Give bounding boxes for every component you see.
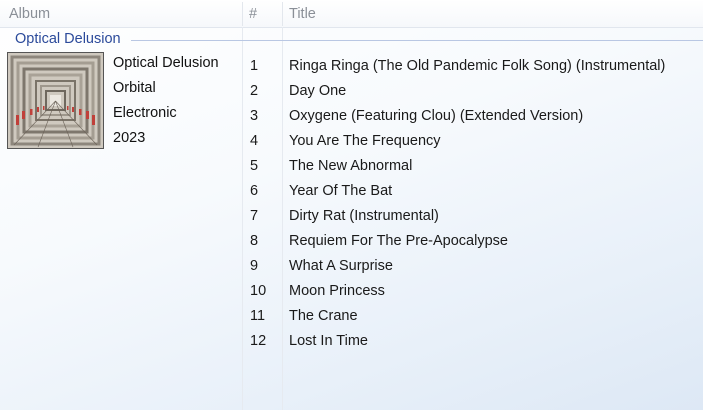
column-divider[interactable]	[242, 2, 243, 26]
group-divider-line	[131, 40, 703, 41]
track-title: Year Of The Bat	[289, 183, 393, 199]
track-title: Lost In Time	[289, 333, 368, 349]
track-number: 3	[250, 108, 259, 124]
track-number: 5	[250, 158, 259, 174]
track-row[interactable]: 5 The New Abnormal	[0, 154, 703, 179]
track-title: Ringa Ringa (The Old Pandemic Folk Song)…	[289, 58, 666, 74]
track-number: 8	[250, 233, 259, 249]
column-divider[interactable]	[282, 2, 283, 26]
track-number: 10	[250, 283, 267, 299]
track-row[interactable]: 11 The Crane	[0, 304, 703, 329]
column-header-number[interactable]: #	[249, 6, 257, 22]
track-number: 7	[250, 208, 259, 224]
track-row[interactable]: 1 Ringa Ringa (The Old Pandemic Folk Son…	[0, 54, 703, 79]
track-row[interactable]: 7 Dirty Rat (Instrumental)	[0, 204, 703, 229]
track-number: 1	[250, 58, 259, 74]
track-title: Moon Princess	[289, 283, 385, 299]
column-header-title[interactable]: Title	[289, 6, 316, 22]
track-row[interactable]: 3 Oxygene (Featuring Clou) (Extended Ver…	[0, 104, 703, 129]
track-title: Day One	[289, 83, 347, 99]
track-row[interactable]: 6 Year Of The Bat	[0, 179, 703, 204]
track-title: Requiem For The Pre-Apocalypse	[289, 233, 508, 249]
track-number: 9	[250, 258, 259, 274]
track-row[interactable]: 12 Lost In Time	[0, 329, 703, 354]
track-title: The Crane	[289, 308, 358, 324]
album-group-header[interactable]: Optical Delusion	[15, 31, 125, 47]
column-header-bar: Album # Title	[0, 0, 703, 28]
track-row[interactable]: 8 Requiem For The Pre-Apocalypse	[0, 229, 703, 254]
track-row[interactable]: 4 You Are The Frequency	[0, 129, 703, 154]
track-title: What A Surprise	[289, 258, 393, 274]
track-row[interactable]: 10 Moon Princess	[0, 279, 703, 304]
track-number: 12	[250, 333, 267, 349]
track-title: The New Abnormal	[289, 158, 413, 174]
track-title: You Are The Frequency	[289, 133, 441, 149]
track-title: Oxygene (Featuring Clou) (Extended Versi…	[289, 108, 584, 124]
track-row[interactable]: 2 Day One	[0, 79, 703, 104]
track-row[interactable]: 9 What A Surprise	[0, 254, 703, 279]
column-header-album[interactable]: Album	[9, 6, 50, 22]
track-title: Dirty Rat (Instrumental)	[289, 208, 439, 224]
track-number: 4	[250, 133, 259, 149]
track-number: 2	[250, 83, 259, 99]
track-number: 11	[250, 308, 266, 324]
track-number: 6	[250, 183, 259, 199]
